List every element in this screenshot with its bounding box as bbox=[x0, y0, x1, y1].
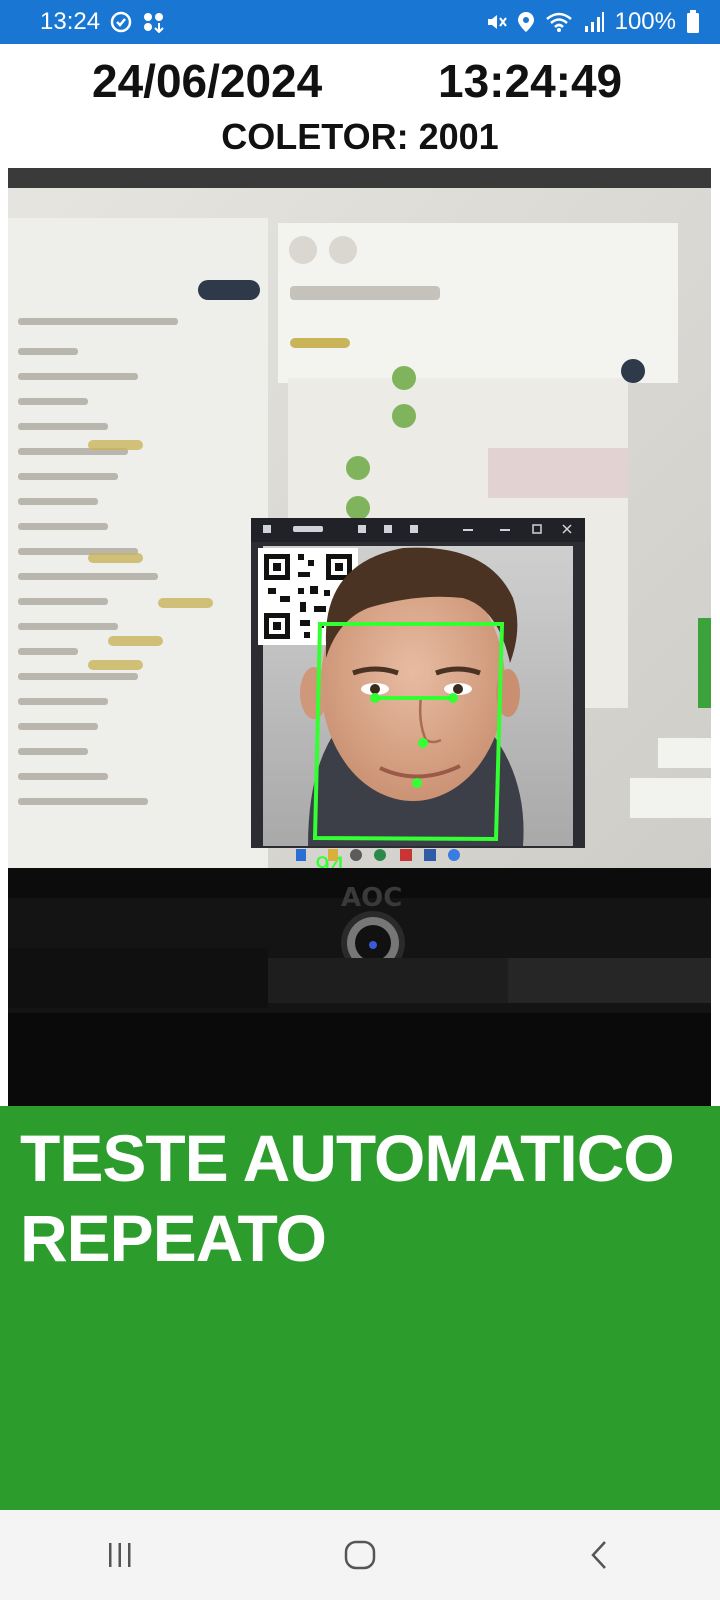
recent-apps-icon bbox=[109, 1543, 131, 1567]
svg-text:AOC: AOC bbox=[341, 883, 402, 913]
header: 24/06/2024 13:24:49 COLETOR: 2001 bbox=[0, 44, 720, 166]
mute-icon bbox=[485, 11, 507, 33]
wifi-icon bbox=[545, 11, 573, 33]
result-message: TESTE AUTOMATICO REPEATO bbox=[20, 1121, 675, 1275]
battery-icon bbox=[686, 10, 700, 34]
mouth-point bbox=[412, 778, 422, 788]
signal-icon bbox=[583, 11, 605, 33]
home-icon bbox=[344, 1540, 376, 1570]
status-bar-right: 100% bbox=[485, 8, 700, 36]
back-button[interactable] bbox=[540, 1525, 660, 1585]
home-button[interactable] bbox=[300, 1525, 420, 1585]
current-date: 24/06/2024 bbox=[92, 55, 323, 107]
navigation-bar bbox=[0, 1510, 720, 1600]
battery-label: 100% bbox=[614, 8, 676, 35]
status-bar-left: 13:24 bbox=[40, 8, 166, 36]
collector-label: COLETOR: 2001 bbox=[221, 116, 499, 157]
notification-dots-icon bbox=[142, 11, 166, 33]
location-icon bbox=[517, 11, 535, 33]
back-icon bbox=[591, 1541, 606, 1569]
status-time: 13:24 bbox=[40, 8, 101, 35]
current-time: 13:24:49 bbox=[438, 55, 623, 107]
left-eye-point bbox=[370, 693, 380, 703]
camera-frame: 94 AOC bbox=[8, 168, 711, 1106]
result-panel: TESTE AUTOMATICO REPEATO bbox=[0, 1106, 720, 1510]
status-bar: 13:24 100% bbox=[0, 0, 720, 44]
sync-icon bbox=[110, 11, 132, 33]
right-eye-point bbox=[448, 693, 458, 703]
camera-preview: 94 AOC bbox=[8, 168, 711, 1106]
app-screen: 13:24 100% 24/06/2024 13:24:49 COLETOR: … bbox=[0, 0, 720, 1600]
recent-apps-button[interactable] bbox=[60, 1525, 180, 1585]
nose-point bbox=[418, 738, 428, 748]
